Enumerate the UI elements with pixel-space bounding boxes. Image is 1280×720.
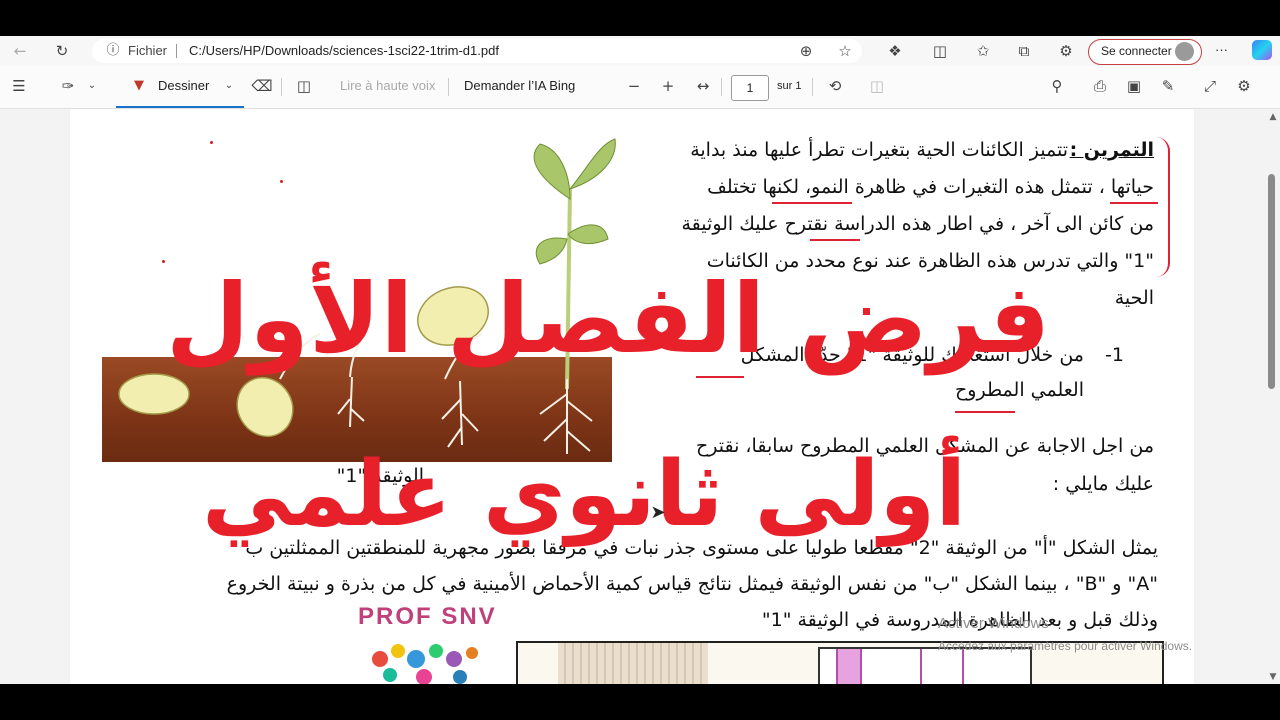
leaf: [533, 143, 571, 200]
cell-stain: [836, 649, 862, 684]
search-icon[interactable]: ⚲: [1046, 76, 1068, 96]
draw-button[interactable]: ▼ Dessiner ⌄: [116, 66, 244, 108]
handwritten-underline: [772, 202, 852, 204]
exercise-title: التمرين :: [1069, 139, 1154, 161]
handwritten-underline: [955, 411, 1015, 413]
settings-gear-icon[interactable]: ⚙: [1233, 76, 1255, 96]
windows-activation-subtitle: Accédez aux paramètres pour activer Wind…: [938, 639, 1193, 653]
file-scheme-label: Fichier: [128, 43, 168, 58]
leaf: [568, 138, 616, 191]
fullscreen-icon[interactable]: ⤢: [1199, 76, 1221, 96]
intro-line: حياتها ، تتمثل هذه التغيرات في ظاهرة الن…: [707, 176, 1154, 198]
address-bar-row: ← ↻ ⓘ Fichier C:/Users/HP/Downloads/scie…: [0, 36, 1280, 66]
toolbar-divider: [721, 78, 722, 96]
pdf-viewer: التمرين : تتميز الكائنات الحية بتغيرات ت…: [0, 109, 1280, 684]
page-number-input[interactable]: 1: [731, 75, 769, 101]
highlight-icon[interactable]: ✑: [57, 76, 79, 96]
cell-wall: [920, 649, 964, 684]
root: [337, 376, 365, 428]
question-1-number: 1-: [1105, 344, 1124, 366]
contents-list-icon[interactable]: ☰: [8, 76, 30, 96]
avatar: [1175, 42, 1194, 61]
intro-line: الحية: [1114, 287, 1154, 309]
more-menu-icon[interactable]: ···: [1215, 40, 1228, 60]
text-box-icon[interactable]: ◫: [293, 76, 315, 96]
draw-pen-icon: ▼: [134, 78, 144, 93]
toolbar-divider: [281, 78, 282, 96]
pdf-toolbar: ☰ ✑ ⌄ ▼ Dessiner ⌄ ⌫ ◫ Lire à haute voix…: [0, 66, 1280, 109]
page-view-icon[interactable]: ◫: [866, 76, 888, 96]
address-divider: [176, 44, 177, 58]
favorite-star-icon[interactable]: ☆: [834, 41, 856, 61]
intro-line: من كائن الى آخر ، في اطار هذه الدراسة نق…: [681, 213, 1155, 235]
rotate-icon[interactable]: ⟲: [824, 76, 846, 96]
toolbar-divider: [448, 78, 449, 96]
back-arrow-icon[interactable]: ←: [9, 41, 31, 61]
zoom-in-icon[interactable]: +: [657, 76, 679, 96]
overlay-title-line-1: فرض الفصل الأول: [166, 263, 1051, 375]
prof-snv-logo: PROF SNV: [358, 603, 497, 630]
copilot-icon[interactable]: [1252, 40, 1272, 60]
handwritten-underline: [810, 239, 860, 241]
ask-bing-button[interactable]: Demander l’IA Bing: [464, 76, 575, 96]
favorites-icon[interactable]: ✩: [972, 41, 994, 61]
read-aloud-button[interactable]: Lire à haute voix: [340, 76, 435, 96]
collections-icon[interactable]: ⧉: [1013, 41, 1035, 61]
intro-line: تتميز الكائنات الحية بتغيرات تطرأ عليها …: [690, 139, 1068, 161]
question-1-line: العلمي المطروح: [955, 379, 1084, 401]
toolbar-divider: [812, 78, 813, 96]
pdf-page: التمرين : تتميز الكائنات الحية بتغيرات ت…: [70, 109, 1194, 684]
scrollbar-thumb[interactable]: [1268, 174, 1275, 389]
address-field[interactable]: ⓘ Fichier C:/Users/HP/Downloads/sciences…: [92, 39, 862, 63]
print-icon[interactable]: ⎙: [1089, 76, 1111, 96]
mouse-cursor-icon: ➤: [650, 502, 666, 523]
sign-in-label: Se connecter: [1101, 44, 1172, 58]
split-screen-icon[interactable]: ◫: [929, 41, 951, 61]
refresh-icon[interactable]: ↻: [51, 41, 73, 61]
sign-in-button[interactable]: Se connecter: [1088, 39, 1202, 65]
extensions-icon[interactable]: ❖: [884, 41, 906, 61]
root-section-micrograph: [558, 643, 708, 684]
root: [441, 380, 479, 448]
prof-snv-logo-dots: [372, 644, 478, 684]
germinating-seed: [236, 376, 294, 438]
scroll-down-arrow-icon[interactable]: ▼: [1262, 667, 1280, 684]
fit-width-icon[interactable]: ↔: [692, 76, 714, 96]
page-total-label: sur 1: [777, 80, 802, 92]
scroll-up-arrow-icon[interactable]: ▲: [1262, 107, 1280, 127]
eraser-icon[interactable]: ⌫: [251, 76, 273, 96]
browser-window: ← ↻ ⓘ Fichier C:/Users/HP/Downloads/scie…: [0, 36, 1280, 684]
chevron-down-icon[interactable]: ⌄: [218, 76, 240, 96]
paragraph-line: "A" و "B" ، بينما الشكل "ب" من نفس الوثي…: [226, 573, 1158, 595]
browser-essentials-icon[interactable]: ⚙: [1055, 41, 1077, 61]
answer-line: عليك مايلي :: [1052, 473, 1154, 495]
annotation-bracket: [1152, 137, 1170, 277]
save-icon[interactable]: ▣: [1123, 76, 1145, 96]
address-url[interactable]: C:/Users/HP/Downloads/sciences-1sci22-1t…: [189, 41, 499, 61]
handwritten-underline: [1110, 202, 1158, 204]
windows-activation-title: Activer Windows: [938, 615, 1049, 632]
leaf: [567, 224, 609, 245]
overlay-title-line-2: أولى ثانوي علمي: [202, 442, 967, 547]
save-as-icon[interactable]: ✎: [1157, 76, 1179, 96]
zoom-out-icon[interactable]: −: [623, 76, 645, 96]
bean-seed: [118, 373, 190, 415]
zoom-icon[interactable]: ⊕: [795, 41, 817, 61]
draw-label: Dessiner: [158, 78, 210, 93]
chevron-down-icon[interactable]: ⌄: [81, 76, 103, 96]
info-icon[interactable]: ⓘ: [102, 41, 124, 61]
